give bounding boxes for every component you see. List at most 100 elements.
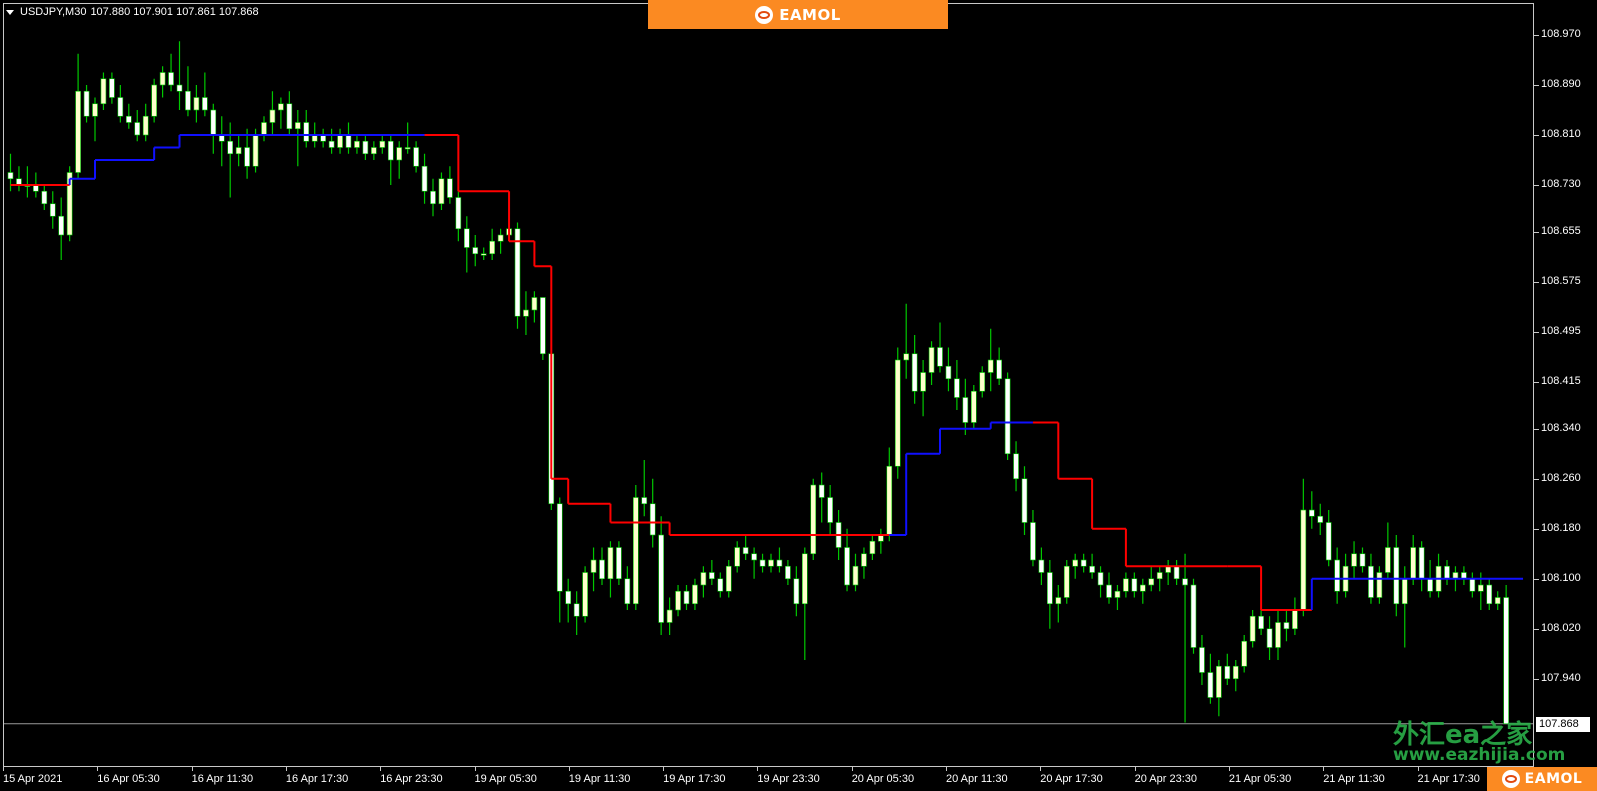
price-label: 108.020 [1541, 621, 1581, 634]
candle [1410, 535, 1416, 585]
candle [117, 85, 124, 123]
candle [1469, 572, 1476, 598]
candle [624, 566, 631, 610]
time-tick [757, 767, 759, 771]
time-label: 16 Apr 05:30 [97, 773, 160, 785]
candle [1385, 522, 1391, 579]
time-tick [191, 767, 193, 771]
candle [66, 166, 73, 242]
brand-banner-bottom[interactable]: EAMOL [1487, 767, 1597, 791]
candle [759, 553, 766, 573]
candle [1080, 553, 1087, 573]
candle [734, 541, 741, 573]
candle [1063, 560, 1070, 604]
ohlc-values: 107.880 107.901 107.861 107.868 [90, 6, 259, 18]
candle [582, 566, 588, 623]
candle [354, 135, 360, 154]
candle [531, 291, 538, 323]
candle [1292, 597, 1298, 635]
candle [345, 122, 352, 154]
candle [1013, 441, 1019, 492]
candle [109, 72, 115, 104]
candle [463, 216, 470, 273]
candle [126, 103, 132, 129]
candle [404, 122, 411, 154]
candle [692, 578, 698, 610]
candle [320, 128, 326, 148]
candle [142, 103, 149, 142]
candle [159, 66, 166, 98]
candle [801, 547, 808, 660]
candle [421, 153, 428, 204]
candle [1342, 553, 1349, 598]
watermark-url: www.eazhijia.com [1393, 745, 1566, 765]
candle [616, 541, 622, 585]
candle [1393, 535, 1400, 617]
time-label: 19 Apr 17:30 [663, 773, 726, 785]
candle [269, 91, 276, 135]
candle [1241, 635, 1247, 673]
candle [1376, 566, 1383, 604]
candle [962, 378, 969, 435]
candle [607, 541, 614, 598]
candle [937, 322, 943, 373]
chart-window[interactable]: USDJPY,M30 107.880 107.901 107.861 107.8… [0, 0, 1597, 791]
candle [979, 366, 986, 398]
candle [1216, 660, 1222, 717]
candle [497, 228, 504, 254]
candle [210, 103, 217, 154]
candle [785, 560, 791, 585]
candle [810, 478, 817, 560]
time-tick [1417, 767, 1419, 771]
price-label: 108.890 [1541, 78, 1581, 90]
candle [438, 172, 445, 210]
price-label: 108.730 [1541, 178, 1581, 190]
candle [1097, 566, 1104, 598]
time-tick [851, 767, 853, 771]
candle [1106, 572, 1112, 604]
candle [1266, 616, 1273, 660]
candle [632, 485, 639, 610]
candle [928, 341, 935, 385]
candle [1030, 510, 1036, 567]
candle [49, 191, 56, 229]
candle [1300, 478, 1307, 617]
candle [193, 85, 200, 123]
candle [886, 447, 893, 542]
candle [1140, 578, 1146, 604]
candle [1072, 553, 1078, 579]
brand-text: EAMOL [1524, 771, 1583, 787]
candle [362, 135, 369, 160]
candle [176, 41, 183, 110]
candle [742, 535, 749, 560]
symbol-header[interactable]: USDJPY,M30 107.880 107.901 107.861 107.8… [6, 6, 259, 18]
candle [294, 110, 301, 167]
time-label: 21 Apr 05:30 [1228, 773, 1292, 785]
candle [751, 547, 757, 579]
candle [725, 560, 732, 598]
brand-banner-top[interactable]: EAMOL [648, 0, 948, 29]
price-label: 108.180 [1541, 521, 1581, 534]
candle [768, 553, 774, 573]
time-label: 20 Apr 05:30 [851, 773, 915, 785]
candle [1089, 553, 1095, 579]
candle [1503, 585, 1509, 725]
candle [278, 97, 284, 129]
candle [1182, 553, 1188, 723]
time-label: 16 Apr 11:30 [191, 773, 254, 785]
price-chart[interactable] [0, 0, 1597, 791]
candle [1418, 541, 1425, 592]
time-tick [946, 767, 947, 771]
chevron-down-icon[interactable] [6, 9, 14, 15]
candle [379, 135, 386, 154]
candle [641, 460, 648, 517]
candle [1123, 572, 1129, 598]
candle [303, 110, 310, 148]
candle [396, 141, 403, 179]
candle [472, 235, 479, 267]
brand-text: EAMOL [779, 5, 841, 24]
candle [235, 135, 242, 167]
candle [1359, 547, 1366, 573]
time-label: 21 Apr 11:30 [1323, 773, 1385, 785]
candle [1351, 541, 1357, 579]
